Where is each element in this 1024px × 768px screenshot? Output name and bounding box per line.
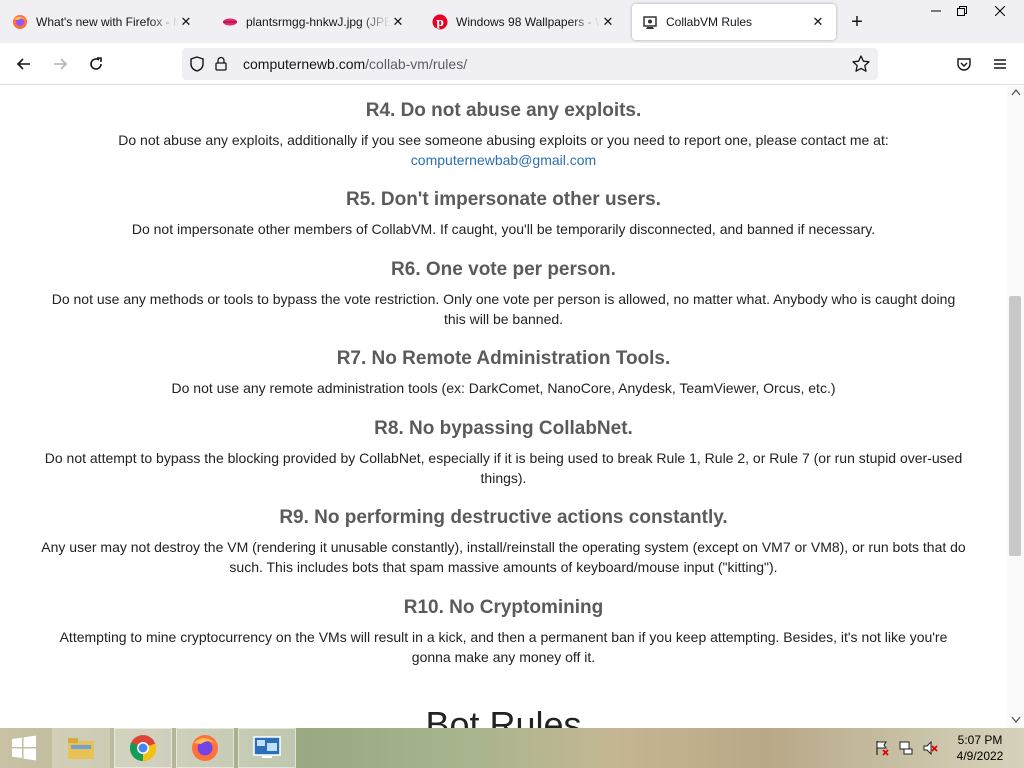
chrome-icon — [129, 735, 157, 762]
arrow-right-icon — [54, 58, 68, 70]
tab-whats-new-firefox[interactable]: What's new with Firefox - Mo ✕ — [2, 4, 204, 40]
reload-button[interactable] — [84, 52, 108, 76]
scroll-up-arrow-icon[interactable] — [1011, 88, 1021, 96]
action-center-flag-icon[interactable] — [874, 740, 890, 756]
rule-body: Do not abuse any exploits, additionally … — [0, 130, 1007, 170]
rule-title: R6. One vote per person. — [391, 259, 616, 280]
image-lips-icon — [222, 14, 238, 30]
window-close-button[interactable] — [980, 0, 1020, 22]
page-content: R4. Do not abuse any exploits. Do not ab… — [0, 86, 1007, 728]
tab-label: CollabVM Rules — [666, 15, 753, 29]
tab-label: plantsrmgg-hnkwJ.jpg (JPEG — [246, 15, 390, 29]
tab-windows-98-wallpapers[interactable]: p Windows 98 Wallpapers - Wa ✕ — [422, 4, 626, 40]
rule-r8: R8. No bypassing CollabNet. Do not attem… — [0, 418, 1007, 488]
rule-title: R7. No Remote Administration Tools. — [336, 348, 671, 369]
bookmark-star-icon[interactable] — [851, 54, 871, 74]
close-icon[interactable]: ✕ — [178, 14, 194, 30]
rule-title: R5. Don't impersonate other users. — [346, 189, 661, 210]
rule-r9: R9. No performing destructive actions co… — [0, 507, 1007, 577]
rule-body: Do not use any methods or tools to bypas… — [51, 291, 956, 327]
email-link[interactable]: computernewbab@gmail.com — [411, 152, 596, 168]
tracking-protection-shield-icon[interactable] — [188, 55, 206, 73]
close-icon — [995, 6, 1005, 16]
scrollbar-thumb[interactable] — [1009, 296, 1021, 556]
rule-title: R8. No bypassing CollabNet. — [374, 418, 633, 439]
folder-icon — [68, 738, 94, 759]
restore-button[interactable] — [942, 0, 982, 22]
new-tab-button[interactable]: + — [846, 12, 868, 34]
back-button[interactable] — [12, 52, 36, 76]
svg-text:p: p — [436, 16, 444, 29]
tab-label: Windows 98 Wallpapers - Wa — [456, 15, 600, 29]
navigation-toolbar: computernewb.com/collab-vm/rules/ — [0, 43, 1024, 85]
network-icon[interactable] — [898, 740, 914, 756]
rule-r10: R10. No Cryptomining Attempting to mine … — [0, 597, 1007, 667]
pinterest-icon: p — [432, 14, 448, 30]
rule-body: Do not attempt to bypass the blocking pr… — [44, 450, 963, 486]
page-info-icon[interactable] — [212, 55, 230, 73]
rule-title: R10. No Cryptomining — [403, 597, 604, 618]
tab-label: What's new with Firefox - Mo — [36, 15, 178, 29]
taskbar-file-explorer[interactable] — [52, 728, 110, 768]
rule-body: Do not use any remote administration too… — [171, 380, 836, 396]
remote-desktop-icon — [253, 736, 281, 758]
rule-r5: R5. Don't impersonate other users. Do no… — [0, 189, 1007, 239]
reload-icon — [90, 57, 102, 70]
app-menu-button[interactable] — [988, 52, 1012, 76]
hamburger-menu-icon — [994, 59, 1006, 69]
volume-muted-icon[interactable] — [922, 740, 938, 756]
taskbar-remote-desktop[interactable] — [238, 728, 296, 768]
rule-body-text: Do not abuse any exploits, additionally … — [118, 132, 889, 148]
pocket-button[interactable] — [952, 52, 976, 76]
vertical-scrollbar[interactable] — [1007, 86, 1024, 728]
close-icon[interactable]: ✕ — [810, 14, 826, 30]
firefox-icon — [12, 14, 28, 30]
scroll-down-arrow-icon[interactable] — [1011, 716, 1021, 724]
url-text[interactable]: computernewb.com/collab-vm/rules/ — [243, 56, 467, 72]
url-path: /collab-vm/rules/ — [365, 56, 468, 72]
bot-rules-heading: Bot Rules — [425, 704, 582, 728]
start-button[interactable] — [0, 728, 48, 768]
firefox-icon — [192, 735, 218, 761]
close-icon[interactable]: ✕ — [390, 14, 406, 30]
restore-icon — [957, 6, 967, 16]
close-icon[interactable]: ✕ — [600, 14, 616, 30]
rule-title: R4. Do not abuse any exploits. — [365, 100, 642, 121]
tab-strip: What's new with Firefox - Mo ✕ plantsrmg… — [0, 0, 1024, 43]
url-domain: computernewb.com — [243, 56, 366, 72]
clock-time: 5:07 PM — [957, 733, 1003, 747]
address-bar[interactable]: computernewb.com/collab-vm/rules/ — [182, 48, 878, 80]
windows-logo-icon — [12, 735, 36, 761]
rule-r7: R7. No Remote Administration Tools. Do n… — [0, 348, 1007, 398]
rule-body: Do not impersonate other members of Coll… — [131, 221, 876, 237]
windows-taskbar: 5:07 PM 4/9/2022 — [0, 728, 1024, 768]
taskbar-chrome[interactable] — [114, 728, 172, 768]
clock-date: 4/9/2022 — [956, 749, 1004, 763]
taskbar-clock[interactable]: 5:07 PM 4/9/2022 — [950, 732, 1010, 764]
collabvm-icon — [642, 14, 658, 30]
minimize-icon — [931, 10, 941, 12]
forward-button[interactable] — [48, 52, 72, 76]
tab-plantsrmgg-jpg[interactable]: plantsrmgg-hnkwJ.jpg (JPEG ✕ — [212, 4, 416, 40]
rule-r6: R6. One vote per person. Do not use any … — [0, 259, 1007, 329]
rule-body: Attempting to mine cryptocurrency on the… — [59, 629, 948, 665]
arrow-left-icon — [16, 58, 30, 70]
taskbar-firefox[interactable] — [176, 728, 234, 768]
tab-collabvm-rules[interactable]: CollabVM Rules ✕ — [632, 4, 836, 40]
rule-body: Any user may not destroy the VM (renderi… — [41, 539, 966, 575]
rule-r4: R4. Do not abuse any exploits. Do not ab… — [0, 100, 1007, 170]
rule-title: R9. No performing destructive actions co… — [279, 507, 728, 528]
pocket-icon — [957, 58, 971, 71]
